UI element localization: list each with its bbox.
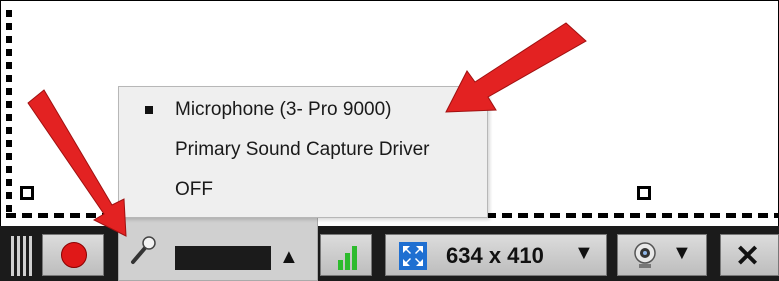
toolbar-drag-grip[interactable] — [11, 236, 33, 276]
record-button[interactable] — [42, 234, 104, 276]
menu-item-label: OFF — [175, 179, 213, 200]
resize-handle-bottom-left[interactable] — [20, 186, 34, 200]
audio-source-menu: Microphone (3- Pro 9000) Primary Sound C… — [118, 86, 488, 218]
recording-toolbar: 634 x 410 ▼ ▼ ✕ — [0, 226, 779, 281]
webcam-dropdown[interactable]: ▼ — [617, 234, 707, 276]
capture-size-dropdown[interactable]: 634 x 410 ▼ — [385, 234, 607, 276]
menu-item-primary-sound-capture[interactable]: Primary Sound Capture Driver — [119, 130, 487, 168]
chevron-up-icon[interactable]: ▲ — [279, 246, 299, 269]
chevron-down-icon: ▼ — [574, 242, 594, 264]
webcam-icon — [634, 242, 656, 268]
menu-item-label: Microphone (3- Pro 9000) — [175, 99, 392, 120]
chevron-down-icon: ▼ — [672, 242, 692, 264]
capture-size-label: 634 x 410 — [446, 243, 544, 268]
selected-bullet-icon — [145, 106, 153, 114]
audio-level-meter — [175, 246, 271, 270]
microphone-icon — [131, 236, 156, 264]
menu-item-off[interactable]: OFF — [119, 170, 487, 208]
audio-input-button[interactable]: ▲ — [118, 208, 318, 281]
signal-bars-icon — [338, 246, 357, 270]
close-button[interactable]: ✕ — [720, 234, 779, 276]
record-icon — [61, 242, 87, 268]
close-icon: ✕ — [735, 240, 761, 273]
menu-item-label: Primary Sound Capture Driver — [175, 139, 430, 160]
menu-item-microphone[interactable]: Microphone (3- Pro 9000) — [119, 90, 487, 128]
resize-handle-bottom-center[interactable] — [637, 186, 651, 200]
resize-arrows-icon — [399, 242, 427, 270]
capture-border-left — [6, 10, 12, 217]
signal-level-button[interactable] — [320, 234, 372, 276]
